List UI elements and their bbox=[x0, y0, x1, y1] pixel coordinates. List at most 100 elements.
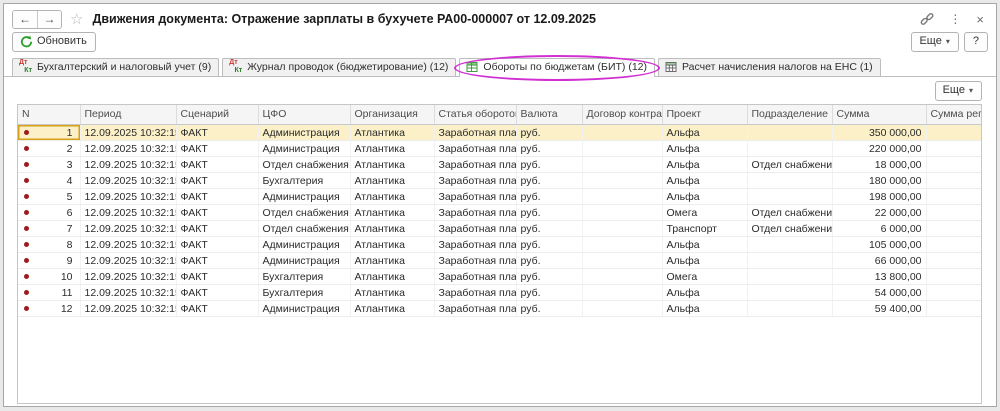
cell-cfo[interactable]: Администрация bbox=[258, 237, 350, 253]
cell-contract[interactable] bbox=[582, 125, 662, 141]
cell-cfo[interactable]: Администрация bbox=[258, 189, 350, 205]
cell-contract[interactable] bbox=[582, 269, 662, 285]
cell-department[interactable] bbox=[747, 285, 832, 301]
cell-department[interactable] bbox=[747, 269, 832, 285]
table-row[interactable]: 1112.09.2025 10:32:15ФАКТБухгалтерияАтла… bbox=[18, 285, 981, 301]
cell-contract[interactable] bbox=[582, 173, 662, 189]
cell-scenario[interactable]: ФАКТ bbox=[176, 269, 258, 285]
cell-sum[interactable]: 180 000,00 bbox=[832, 173, 926, 189]
cell-cfo[interactable]: Администрация bbox=[258, 125, 350, 141]
cell-period[interactable]: 12.09.2025 10:32:15 bbox=[80, 141, 176, 157]
cell-period[interactable]: 12.09.2025 10:32:15 bbox=[80, 189, 176, 205]
cell-item[interactable]: Заработная плата ... bbox=[434, 189, 516, 205]
cell-n[interactable]: 5 bbox=[18, 189, 80, 205]
cell-period[interactable]: 12.09.2025 10:32:15 bbox=[80, 157, 176, 173]
cell-item[interactable]: Заработная плата ... bbox=[434, 125, 516, 141]
cell-contract[interactable] bbox=[582, 157, 662, 173]
back-button[interactable]: ← bbox=[13, 11, 37, 28]
cell-project[interactable]: Транспорт bbox=[662, 221, 747, 237]
cell-period[interactable]: 12.09.2025 10:32:15 bbox=[80, 173, 176, 189]
cell-department[interactable] bbox=[747, 189, 832, 205]
cell-currency[interactable]: руб. bbox=[516, 253, 582, 269]
cell-project[interactable]: Альфа bbox=[662, 237, 747, 253]
cell-department[interactable] bbox=[747, 301, 832, 317]
cell-org[interactable]: Атлантика bbox=[350, 189, 434, 205]
cell-cfo[interactable]: Администрация bbox=[258, 141, 350, 157]
cell-item[interactable]: Заработная плата ... bbox=[434, 237, 516, 253]
cell-item[interactable]: Заработная плата ... bbox=[434, 285, 516, 301]
menu-kebab-icon[interactable]: ⋮ bbox=[949, 13, 961, 25]
cell-project[interactable]: Альфа bbox=[662, 253, 747, 269]
column-header-turnover-item[interactable]: Статья оборотов bbox=[434, 105, 516, 125]
cell-sum_regl[interactable] bbox=[926, 125, 981, 141]
favorite-star-icon[interactable]: ☆ bbox=[70, 12, 83, 27]
cell-org[interactable]: Атлантика bbox=[350, 237, 434, 253]
cell-sum[interactable]: 6 000,00 bbox=[832, 221, 926, 237]
cell-currency[interactable]: руб. bbox=[516, 285, 582, 301]
cell-period[interactable]: 12.09.2025 10:32:15 bbox=[80, 285, 176, 301]
cell-sum_regl[interactable] bbox=[926, 237, 981, 253]
cell-contract[interactable] bbox=[582, 205, 662, 221]
cell-period[interactable]: 12.09.2025 10:32:15 bbox=[80, 125, 176, 141]
column-header-department[interactable]: Подразделение bbox=[747, 105, 832, 125]
cell-cfo[interactable]: Отдел снабжения bbox=[258, 221, 350, 237]
cell-sum[interactable]: 18 000,00 bbox=[832, 157, 926, 173]
cell-org[interactable]: Атлантика bbox=[350, 141, 434, 157]
cell-item[interactable]: Заработная плата bbox=[434, 269, 516, 285]
cell-project[interactable]: Альфа bbox=[662, 285, 747, 301]
cell-project[interactable]: Альфа bbox=[662, 157, 747, 173]
cell-department[interactable]: Отдел снабжения bbox=[747, 157, 832, 173]
cell-n[interactable]: 3 bbox=[18, 157, 80, 173]
help-button[interactable]: ? bbox=[964, 32, 988, 52]
tab-journal-budgeting[interactable]: ДтКт Журнал проводок (бюджетирование) (1… bbox=[222, 58, 456, 76]
table-row[interactable]: 1212.09.2025 10:32:15ФАКТАдминистрацияАт… bbox=[18, 301, 981, 317]
cell-item[interactable]: Заработная плата ... bbox=[434, 301, 516, 317]
cell-sum[interactable]: 220 000,00 bbox=[832, 141, 926, 157]
cell-department[interactable]: Отдел снабжения bbox=[747, 221, 832, 237]
cell-scenario[interactable]: ФАКТ bbox=[176, 157, 258, 173]
cell-project[interactable]: Альфа bbox=[662, 125, 747, 141]
cell-currency[interactable]: руб. bbox=[516, 173, 582, 189]
cell-sum[interactable]: 198 000,00 bbox=[832, 189, 926, 205]
cell-currency[interactable]: руб. bbox=[516, 205, 582, 221]
cell-sum[interactable]: 59 400,00 bbox=[832, 301, 926, 317]
column-header-cfo[interactable]: ЦФО bbox=[258, 105, 350, 125]
cell-n[interactable]: 6 bbox=[18, 205, 80, 221]
cell-cfo[interactable]: Бухгалтерия bbox=[258, 269, 350, 285]
cell-department[interactable] bbox=[747, 141, 832, 157]
cell-department[interactable] bbox=[747, 237, 832, 253]
table-row[interactable]: 412.09.2025 10:32:15ФАКТБухгалтерияАтлан… bbox=[18, 173, 981, 189]
cell-sum[interactable]: 66 000,00 bbox=[832, 253, 926, 269]
table-row[interactable]: 312.09.2025 10:32:15ФАКТОтдел снабженияА… bbox=[18, 157, 981, 173]
cell-project[interactable]: Омега bbox=[662, 269, 747, 285]
cell-cfo[interactable]: Администрация bbox=[258, 253, 350, 269]
cell-contract[interactable] bbox=[582, 253, 662, 269]
cell-project[interactable]: Альфа bbox=[662, 301, 747, 317]
cell-scenario[interactable]: ФАКТ bbox=[176, 285, 258, 301]
link-icon[interactable] bbox=[920, 12, 934, 26]
column-header-organization[interactable]: Организация bbox=[350, 105, 434, 125]
column-header-sum-regl[interactable]: Сумма регл. bbox=[926, 105, 981, 125]
cell-contract[interactable] bbox=[582, 221, 662, 237]
more-button-grid[interactable]: Еще ▾ bbox=[935, 81, 982, 101]
cell-sum_regl[interactable] bbox=[926, 173, 981, 189]
cell-period[interactable]: 12.09.2025 10:32:15 bbox=[80, 205, 176, 221]
cell-n[interactable]: 7 bbox=[18, 221, 80, 237]
column-header-project[interactable]: Проект bbox=[662, 105, 747, 125]
column-header-contract[interactable]: Договор контрагента bbox=[582, 105, 662, 125]
cell-n[interactable]: 1 bbox=[18, 125, 80, 141]
tab-accounting-tax[interactable]: ДтКт Бухгалтерский и налоговый учет (9) bbox=[12, 58, 219, 76]
table-row[interactable]: 112.09.2025 10:32:15ФАКТАдминистрацияАтл… bbox=[18, 125, 981, 141]
cell-item[interactable]: Заработная плата bbox=[434, 205, 516, 221]
cell-item[interactable]: Заработная плата ... bbox=[434, 253, 516, 269]
cell-n[interactable]: 8 bbox=[18, 237, 80, 253]
cell-sum[interactable]: 350 000,00 bbox=[832, 125, 926, 141]
cell-sum_regl[interactable] bbox=[926, 301, 981, 317]
cell-cfo[interactable]: Отдел снабжения bbox=[258, 157, 350, 173]
cell-contract[interactable] bbox=[582, 285, 662, 301]
table-row[interactable]: 812.09.2025 10:32:15ФАКТАдминистрацияАтл… bbox=[18, 237, 981, 253]
cell-scenario[interactable]: ФАКТ bbox=[176, 221, 258, 237]
cell-cfo[interactable]: Бухгалтерия bbox=[258, 285, 350, 301]
cell-currency[interactable]: руб. bbox=[516, 141, 582, 157]
cell-cfo[interactable]: Бухгалтерия bbox=[258, 173, 350, 189]
